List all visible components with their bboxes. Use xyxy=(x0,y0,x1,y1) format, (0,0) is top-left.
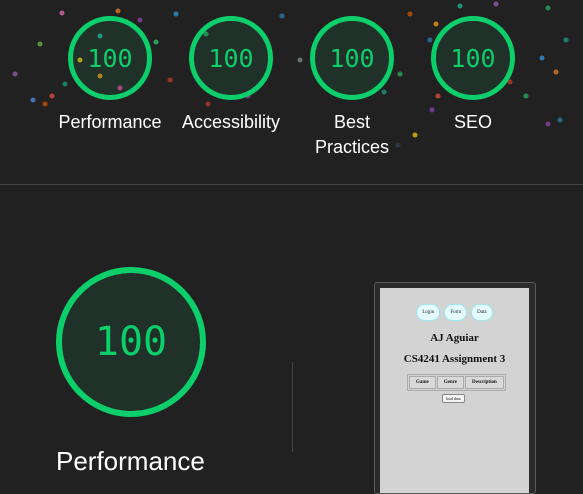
screenshot-load-data-button: load data xyxy=(442,394,465,403)
score-ring: 100 xyxy=(189,16,273,100)
gauge-best-practices[interactable]: 100 Best Practices xyxy=(292,0,412,160)
vertical-divider xyxy=(292,362,293,452)
screenshot-table-header: Description xyxy=(465,376,504,389)
score-value: 100 xyxy=(329,43,375,73)
screenshot-nav: Login Form Data xyxy=(380,304,529,321)
screenshot-author-name: AJ Aguiar xyxy=(430,332,479,344)
gauge-label: Accessibility xyxy=(181,112,281,132)
gauge-label: SEO xyxy=(453,112,492,132)
page-screenshot-thumbnail[interactable]: Login Form Data AJ Aguiar CS4241 Assignm… xyxy=(374,282,536,494)
score-ring: 100 xyxy=(431,16,515,100)
score-ring: 100 xyxy=(68,16,152,100)
performance-heading: Performance xyxy=(56,446,205,476)
category-gauges: 100 Performance 100 Accessibility 100 Be… xyxy=(0,0,583,185)
screenshot-table-header: Genre xyxy=(436,376,465,389)
performance-score-ring: 100 xyxy=(56,267,206,417)
performance-score-value: 100 xyxy=(94,319,168,365)
score-value: 100 xyxy=(450,43,496,73)
gauge-label: Performance xyxy=(58,112,162,132)
gauge-performance[interactable]: 100 Performance xyxy=(50,0,170,135)
screenshot-nav-form: Form xyxy=(444,304,468,321)
screenshot-nav-data: Data xyxy=(471,304,493,321)
screenshot-table: Game Genre Description xyxy=(407,374,506,391)
screenshot-nav-login: Login xyxy=(416,304,441,321)
score-value: 100 xyxy=(87,43,133,73)
section-divider xyxy=(0,184,583,185)
gauge-label: Best Practices xyxy=(314,112,390,157)
gauge-seo[interactable]: 100 SEO xyxy=(413,0,533,135)
screenshot-assignment-title: CS4241 Assignment 3 xyxy=(403,353,506,365)
score-ring: 100 xyxy=(310,16,394,100)
gauge-accessibility[interactable]: 100 Accessibility xyxy=(171,0,291,135)
screenshot-content: Login Form Data AJ Aguiar CS4241 Assignm… xyxy=(380,288,529,493)
score-value: 100 xyxy=(208,43,254,73)
screenshot-table-header: Game xyxy=(409,376,436,389)
